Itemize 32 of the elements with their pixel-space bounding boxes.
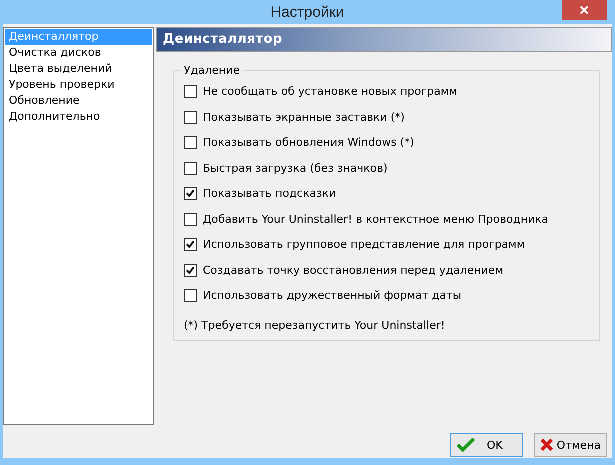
sidebar-item[interactable]: Очистка дисков	[5, 45, 152, 61]
checkbox[interactable]	[184, 162, 197, 175]
checkbox[interactable]	[184, 136, 197, 150]
checkbox-label[interactable]: Быстрая загрузка (без значков)	[203, 162, 388, 175]
note-text: (*) Требуется перезапустить Your Uninstaller!	[184, 318, 446, 332]
checkbox[interactable]	[184, 238, 197, 252]
checkbox-label[interactable]: Создавать точку восстановления перед удалением	[203, 264, 504, 277]
close-button[interactable]: ✕	[562, 0, 607, 20]
checkmark-icon	[457, 438, 475, 452]
checkbox-label[interactable]: Добавить Your Uninstaller! в контекстное меню Проводника	[203, 212, 549, 226]
checkbox-label[interactable]: Использовать дружественный формат даты	[203, 289, 462, 302]
group-title: Удаление	[183, 64, 241, 77]
sidebar-item[interactable]: Дополнительно	[5, 109, 152, 125]
dialog-button[interactable]: OK	[450, 433, 523, 457]
checkbox-label[interactable]: Показывать экранные заставки (*)	[203, 110, 405, 124]
cross-icon	[540, 438, 554, 452]
checkbox[interactable]	[184, 110, 197, 124]
checkbox-label[interactable]: Использовать групповое представление для программ	[203, 238, 526, 252]
checkbox-label[interactable]: Показывать обновления Windows (*)	[203, 136, 414, 150]
checkbox[interactable]	[184, 85, 197, 98]
sidebar-item[interactable]: Уровень проверки	[5, 77, 152, 93]
checkbox[interactable]	[184, 264, 197, 277]
sidebar-item[interactable]: Цвета выделений	[5, 61, 152, 77]
window-title: Настройки	[270, 4, 344, 20]
checkbox[interactable]	[184, 289, 197, 302]
section-heading: Деинсталлятор	[156, 27, 612, 52]
sidebar-item[interactable]: Обновление	[5, 93, 152, 109]
checkbox-label[interactable]: Не сообщать об установке новых программ	[203, 85, 458, 98]
checkbox-label[interactable]: Показывать подсказки	[203, 187, 336, 200]
dialog-button[interactable]: Отмена	[534, 433, 607, 457]
checkbox[interactable]	[184, 212, 197, 226]
checkbox[interactable]	[184, 187, 197, 200]
